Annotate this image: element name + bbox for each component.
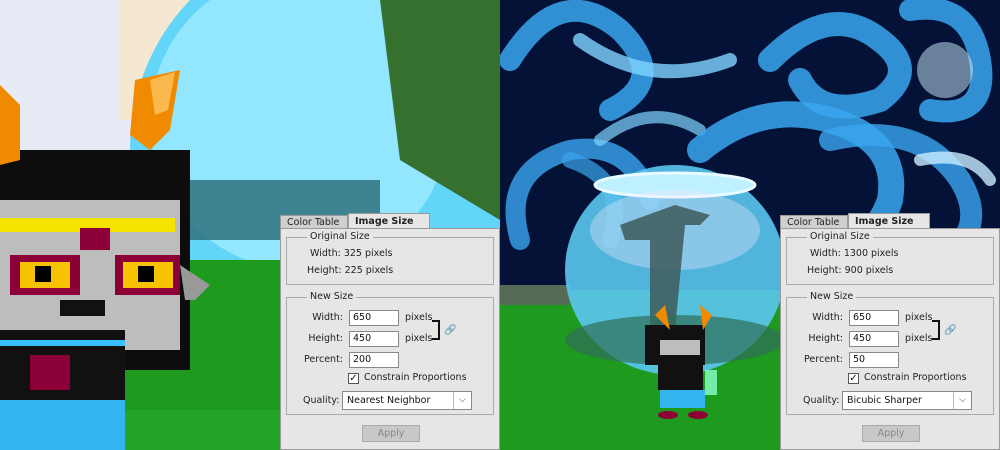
quality-value: Bicubic Sharper	[847, 395, 922, 406]
checkmark-icon: ✓	[849, 373, 858, 384]
width-field[interactable]: 650	[349, 310, 399, 326]
original-width-text: Width: 325 pixels	[310, 248, 393, 259]
tab-image-size[interactable]: Image Size	[848, 213, 930, 229]
constrain-proportions-label: Constrain Proportions	[864, 372, 967, 383]
percent-field[interactable]: 50	[849, 352, 899, 368]
quality-value: Nearest Neighbor	[347, 395, 431, 406]
width-label: Width:	[312, 312, 343, 323]
image-size-panel: Color Table Image Size Original Size Wid…	[280, 213, 500, 450]
original-height-text: Height: 225 pixels	[307, 265, 394, 276]
percent-label: Percent:	[304, 354, 343, 365]
height-field[interactable]: 450	[849, 331, 899, 347]
new-size-group: New Size Width: 650 pixels Height: 450 p…	[286, 291, 494, 415]
apply-button[interactable]: Apply	[362, 425, 420, 442]
chain-link-icon: 🔗	[944, 325, 957, 336]
percent-label: Percent:	[804, 354, 843, 365]
chevron-down-icon[interactable]: ⌵	[953, 392, 971, 409]
constrain-proportions-checkbox[interactable]: ✓	[848, 373, 859, 384]
original-width-text: Width: 1300 pixels	[810, 248, 899, 259]
right-image-pane: Color Table Image Size Original Size Wid…	[500, 0, 1000, 450]
height-unit: pixels	[405, 333, 433, 344]
width-unit: pixels	[905, 312, 933, 323]
new-size-group: New Size Width: 650 pixels Height: 450 p…	[786, 291, 994, 415]
width-field[interactable]: 650	[849, 310, 899, 326]
original-size-group: Original Size Width: 325 pixels Height: …	[286, 231, 494, 285]
left-image-pane: Color Table Image Size Original Size Wid…	[0, 0, 500, 450]
image-size-panel: Color Table Image Size Original Size Wid…	[780, 213, 1000, 450]
apply-button[interactable]: Apply	[862, 425, 920, 442]
quality-label: Quality:	[303, 395, 340, 406]
percent-field[interactable]: 200	[349, 352, 399, 368]
original-size-title: Original Size	[307, 231, 373, 242]
height-unit: pixels	[905, 333, 933, 344]
chevron-down-icon[interactable]: ⌵	[453, 392, 471, 409]
original-height-text: Height: 900 pixels	[807, 265, 894, 276]
tab-image-size[interactable]: Image Size	[348, 213, 430, 229]
panel-tabs: Color Table Image Size	[280, 213, 500, 229]
chain-link-icon: 🔗	[444, 325, 457, 336]
quality-select[interactable]: Bicubic Sharper ⌵	[842, 391, 972, 410]
quality-select[interactable]: Nearest Neighbor ⌵	[342, 391, 472, 410]
constrain-proportions-checkbox[interactable]: ✓	[348, 373, 359, 384]
proportion-bracket	[432, 320, 440, 340]
tab-color-table[interactable]: Color Table	[280, 215, 348, 229]
width-unit: pixels	[405, 312, 433, 323]
panel-body: Original Size Width: 1300 pixels Height:…	[780, 228, 1000, 450]
height-label: Height:	[808, 333, 843, 344]
height-field[interactable]: 450	[349, 331, 399, 347]
proportion-bracket	[932, 320, 940, 340]
height-label: Height:	[308, 333, 343, 344]
new-size-title: New Size	[807, 291, 857, 302]
original-size-group: Original Size Width: 1300 pixels Height:…	[786, 231, 994, 285]
constrain-proportions-label: Constrain Proportions	[364, 372, 467, 383]
width-label: Width:	[812, 312, 843, 323]
original-size-title: Original Size	[807, 231, 873, 242]
quality-label: Quality:	[803, 395, 840, 406]
panel-tabs: Color Table Image Size	[780, 213, 1000, 229]
panel-body: Original Size Width: 325 pixels Height: …	[280, 228, 500, 450]
tab-color-table[interactable]: Color Table	[780, 215, 848, 229]
checkmark-icon: ✓	[349, 373, 358, 384]
new-size-title: New Size	[307, 291, 357, 302]
